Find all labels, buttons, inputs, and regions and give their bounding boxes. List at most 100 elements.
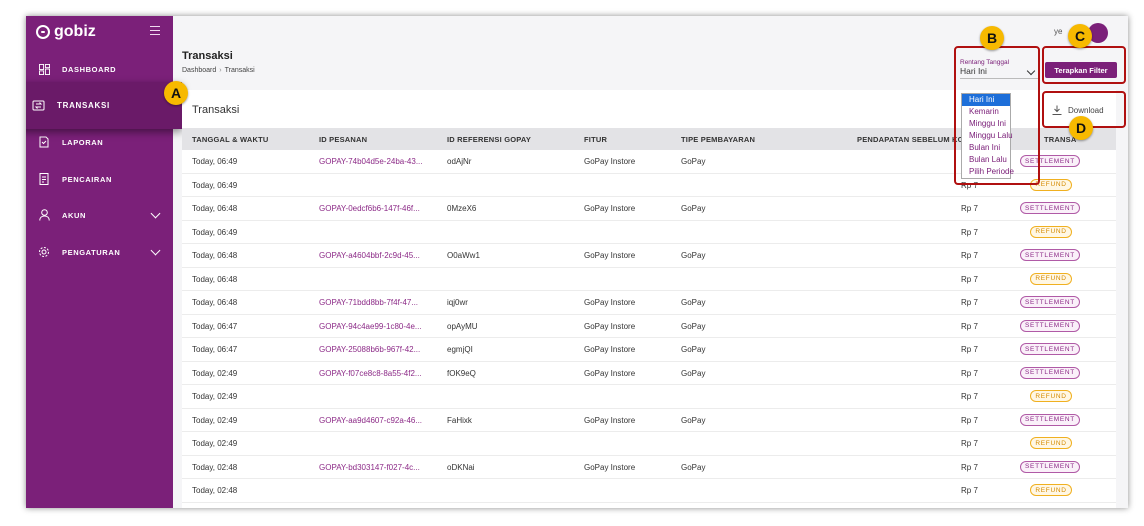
cell-order-id[interactable]: GOPAY-94c4ae99-1c80-4e... xyxy=(319,322,422,331)
cell-time: Today, 06:48 xyxy=(192,298,238,307)
table-row[interactable]: Today, 02:49 Rp 7 REFUND xyxy=(182,385,1116,409)
sidebar-item-transaksi[interactable]: TRANSAKSI xyxy=(26,82,182,129)
cell-payment-type: GoPay xyxy=(681,345,706,354)
user-icon xyxy=(38,209,50,221)
table-row[interactable]: Today, 06:47 GOPAY-25088b6b-967f-42... egm… xyxy=(182,338,1116,362)
table-row[interactable]: Today, 06:48 Rp 7 REFUND xyxy=(182,268,1116,291)
cell-feature: GoPay Instore xyxy=(584,462,636,472)
status-badge: REFUND xyxy=(1030,225,1072,238)
column-header-time: TANGGAL & WAKTU xyxy=(192,135,269,144)
cell-amount: Rp 7 xyxy=(961,486,978,495)
status-badge: REFUND xyxy=(1030,437,1072,449)
cell-order-id[interactable]: GOPAY-74b04d5e-24ba-43... xyxy=(319,157,422,166)
cell-payment-type: GoPay xyxy=(681,251,706,260)
table-row[interactable]: Today, 06:48 GOPAY-71bdd8bb-7f4f-47... iqj… xyxy=(182,291,1116,315)
table-row[interactable]: Today, 06:48 GOPAY-0edcf6b6-147f-46f... 0M… xyxy=(182,197,1116,221)
table-row[interactable]: Today, 02:49 GOPAY-f07ce8c8-8a55-4f2... fO… xyxy=(182,362,1116,385)
cell-feature: GoPay Instore xyxy=(584,298,636,307)
cell-time: Today, 06:49 xyxy=(192,157,238,166)
cell-time: Today, 06:47 xyxy=(192,321,238,331)
cell-feature: GoPay Instore xyxy=(584,204,636,213)
cell-time: Today, 02:48 xyxy=(192,462,238,472)
sidebar-item-label: PENCAIRAN xyxy=(62,174,112,184)
cell-feature: GoPay Instore xyxy=(584,321,636,331)
cell-amount: Rp 7 xyxy=(961,321,978,331)
cell-payment-type: GoPay xyxy=(681,204,706,213)
disbursement-icon xyxy=(38,173,50,185)
status-badge: REFUND xyxy=(1030,272,1072,285)
dashboard-icon xyxy=(38,63,50,75)
brand-logo[interactable]: gobiz xyxy=(36,22,96,42)
cell-amount: Rp 7 xyxy=(961,227,978,237)
page-title: Transaksi xyxy=(182,50,233,62)
cell-gopay-ref: iqj0wr xyxy=(447,298,468,307)
cell-feature: GoPay Instore xyxy=(584,157,636,166)
status-badge: SETTLEMENT xyxy=(1020,249,1080,261)
annotation-marker-d: D xyxy=(1069,116,1093,140)
table-row[interactable]: Today, 02:49 Rp 7 REFUND xyxy=(182,432,1116,456)
cell-order-id[interactable]: GOPAY-aa9d4607-c92a-46... xyxy=(319,416,422,425)
highlight-box-b xyxy=(954,46,1040,185)
cell-time: Today, 06:48 xyxy=(192,204,238,213)
table-row[interactable]: Today, 06:47 GOPAY-94c4ae99-1c80-4e... opA… xyxy=(182,315,1116,338)
table-row[interactable]: Today, 02:48 GOPAY-bd303147-f027-4c... oDK… xyxy=(182,456,1116,479)
cell-amount: Rp 7 xyxy=(961,274,978,284)
sidebar-item-label: LAPORAN xyxy=(62,137,104,147)
column-header-revenue: PENDAPATAN SEBELUM KO xyxy=(857,135,964,144)
sidebar-item-pencairan[interactable]: PENCAIRAN xyxy=(26,166,173,192)
breadcrumb-separator-icon: › xyxy=(219,67,222,74)
cell-time: Today, 06:48 xyxy=(192,274,238,284)
cell-time: Today, 02:49 xyxy=(192,392,238,401)
table-row[interactable]: Today, 02:49 GOPAY-aa9d4607-c92a-46... FaH… xyxy=(182,409,1116,432)
cell-payment-type: GoPay xyxy=(681,368,706,378)
cell-amount: Rp 7 xyxy=(961,204,978,213)
brand-name: gobiz xyxy=(54,23,96,40)
sidebar-item-pengaturan[interactable]: PENGATURAN xyxy=(26,239,173,265)
status-badge: SETTLEMENT xyxy=(1020,413,1080,426)
chevron-down-icon xyxy=(150,245,161,256)
cell-gopay-ref: oDKNai xyxy=(447,462,475,472)
cell-order-id[interactable]: GOPAY-25088b6b-967f-42... xyxy=(319,345,420,354)
sidebar-item-akun[interactable]: AKUN xyxy=(26,202,173,228)
cell-payment-type: GoPay xyxy=(681,157,706,166)
cell-order-id[interactable]: GOPAY-bd303147-f027-4c... xyxy=(319,463,420,472)
sidebar-item-laporan[interactable]: LAPORAN xyxy=(26,129,173,155)
table-row[interactable]: Today, 02:48 Rp 7 REFUND xyxy=(182,479,1116,503)
annotation-marker-c: C xyxy=(1068,24,1092,48)
table-row[interactable]: Today, 06:49 Rp 7 REFUND xyxy=(182,221,1116,244)
sidebar-item-label: TRANSAKSI xyxy=(57,101,110,110)
card-title: Transaksi xyxy=(192,104,240,116)
status-badge: SETTLEMENT xyxy=(1020,319,1080,332)
app-window: gobiz DASHBOARD LAPORAN PENCAIRAN AKUN P… xyxy=(26,16,1128,508)
sidebar-item-dashboard[interactable]: DASHBOARD xyxy=(26,56,173,82)
menu-toggle-icon[interactable] xyxy=(150,26,160,35)
cell-feature: GoPay Instore xyxy=(584,415,636,425)
status-badge: SETTLEMENT xyxy=(1020,460,1080,473)
cell-time: Today, 02:48 xyxy=(192,486,238,495)
breadcrumb-dashboard[interactable]: Dashboard xyxy=(182,67,216,74)
cell-order-id[interactable]: GOPAY-f07ce8c8-8a55-4f2... xyxy=(319,369,422,378)
cell-gopay-ref: odAjNr xyxy=(447,157,472,166)
table-row[interactable]: Today, 06:48 GOPAY-a4604bbf-2c9d-45... O0a… xyxy=(182,244,1116,268)
cell-gopay-ref: egmjQI xyxy=(447,345,473,354)
cell-amount: Rp 7 xyxy=(961,251,978,260)
column-header-gopay-ref: ID REFERENSI GOPAY xyxy=(447,135,532,144)
breadcrumb-current: Transaksi xyxy=(224,67,255,74)
cell-gopay-ref: opAyMU xyxy=(447,321,478,331)
cell-order-id[interactable]: GOPAY-a4604bbf-2c9d-45... xyxy=(319,251,420,260)
status-badge: REFUND xyxy=(1030,484,1072,496)
cell-payment-type: GoPay xyxy=(681,298,706,307)
cell-order-id[interactable]: GOPAY-0edcf6b6-147f-46f... xyxy=(319,204,420,213)
user-name: ye xyxy=(1054,27,1063,36)
cell-time: Today, 06:49 xyxy=(192,180,238,190)
cell-order-id[interactable]: GOPAY-71bdd8bb-7f4f-47... xyxy=(319,298,418,307)
cell-amount: Rp 7 xyxy=(961,439,978,448)
status-badge: SETTLEMENT xyxy=(1020,366,1080,379)
cell-gopay-ref: O0aWw1 xyxy=(447,251,480,260)
annotation-marker-a: A xyxy=(164,81,188,105)
cell-time: Today, 06:49 xyxy=(192,227,238,237)
cell-gopay-ref: 0MzeX6 xyxy=(447,204,477,213)
cell-amount: Rp 7 xyxy=(961,392,978,401)
cell-time: Today, 02:49 xyxy=(192,368,238,378)
transaction-icon xyxy=(31,99,45,113)
